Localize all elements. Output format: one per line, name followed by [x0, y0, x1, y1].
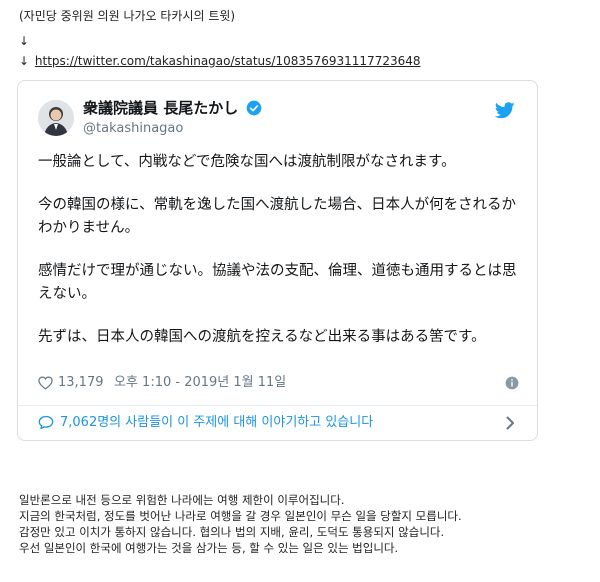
- post-intro: (자민당 중위원 의원 나가오 타카시의 트윗): [19, 9, 236, 23]
- tweet-paragraph: 今の韓国の様に、常軌を逸した国へ渡航した場合、日本人が何をされるかわかりません。: [38, 197, 517, 236]
- tweet-author-name[interactable]: 衆議院議員 長尾たかし: [83, 98, 262, 118]
- conversation-text: 7,062명의 사람들이 이 주제에 대해 이야기하고 있습니다: [60, 415, 374, 430]
- tweet-meta: 13,179 오후 1:10 - 2019년 1월 11일: [38, 374, 519, 392]
- comment-bubble-icon: [38, 415, 54, 430]
- embedded-tweet-card[interactable]: 衆議院議員 長尾たかし @takashinagao 一般論として、内戦などで危険…: [17, 80, 538, 441]
- tweet-author-handle[interactable]: @takashinagao: [83, 120, 183, 138]
- translation-line: 지금의 한국처럼, 정도를 벗어난 나라로 여행을 갈 경우 일본인이 무슨 일…: [19, 509, 462, 523]
- verified-badge-icon: [247, 100, 262, 116]
- translation-line: 감정만 있고 이치가 통하지 않습니다. 협의나 법의 지배, 윤리, 도덕도 …: [19, 525, 445, 539]
- arrow-down-icon: ↓: [19, 34, 30, 48]
- tweet-paragraph: 感情だけで理が通じない。協議や法の支配、倫理、道徳も通用するとは思えない。: [38, 263, 517, 302]
- translation-text: 일반론으로 내전 등으로 위험한 나라에는 여행 제한이 이루어집니다. 지금의…: [19, 492, 462, 556]
- down-arrow: ↓: [19, 33, 29, 49]
- info-icon[interactable]: [505, 376, 519, 390]
- avatar[interactable]: [38, 100, 74, 136]
- conversation-link[interactable]: 7,062명의 사람들이 이 주제에 대해 이야기하고 있습니다: [18, 406, 537, 440]
- like-count[interactable]: 13,179: [58, 374, 104, 392]
- heart-icon[interactable]: [38, 376, 53, 390]
- tweet-paragraph: 一般論として、内戦などで危険な国へは渡航制限がなされます。: [38, 154, 456, 170]
- translation-line: 우선 일본인이 한국에 여행가는 것을 삼가는 등, 할 수 있는 일은 있는 …: [19, 541, 399, 555]
- tweet-timestamp[interactable]: 오후 1:10 - 2019년 1월 11일: [114, 374, 286, 392]
- chevron-right-icon: [506, 416, 514, 430]
- tweet-link-line: ↓ https://twitter.com/takashinagao/statu…: [19, 53, 421, 69]
- tweet-text: 一般論として、内戦などで危険な国へは渡航制限がなされます。 今の韓国の様に、常軌…: [38, 151, 519, 369]
- tweet-url-link[interactable]: https://twitter.com/takashinagao/status/…: [35, 54, 421, 68]
- tweet-paragraph: 先ずは、日本人の韓国への渡航を控えるなど出来る事はある筈です。: [38, 329, 486, 345]
- author-name-text: 衆議院議員 長尾たかし: [83, 99, 239, 117]
- arrow-down-icon: ↓: [19, 54, 30, 68]
- twitter-bird-icon[interactable]: [495, 102, 515, 119]
- translation-line: 일반론으로 내전 등으로 위험한 나라에는 여행 제한이 이루어집니다.: [19, 493, 345, 507]
- avatar-photo: [38, 100, 74, 136]
